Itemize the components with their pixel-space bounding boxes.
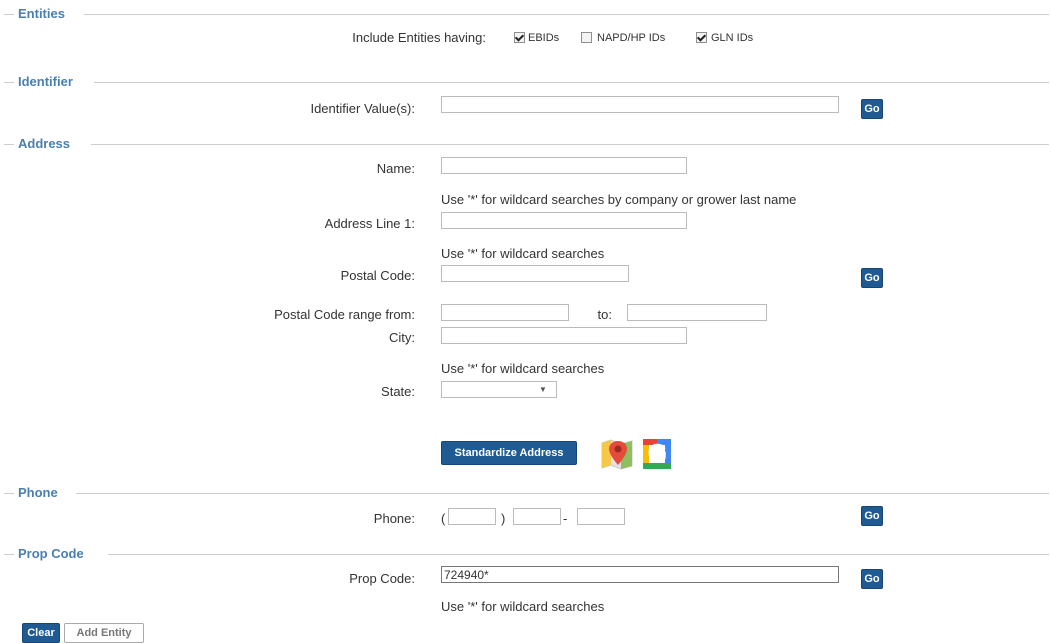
section-rule-address (91, 144, 1049, 145)
state-select[interactable]: ▼ (441, 381, 557, 398)
phone-dash: - (563, 511, 568, 526)
prop-code-go-button[interactable]: Go (861, 569, 883, 589)
napd-hp-ids-label: NAPD/HP IDs (597, 32, 666, 44)
map-pin-icon[interactable] (599, 437, 635, 471)
name-label: Name: (376, 161, 415, 176)
postal-code-range-from-input[interactable] (441, 304, 569, 321)
section-title-prop-code: Prop Code (18, 546, 84, 561)
phone-prefix-input[interactable] (513, 508, 561, 525)
name-hint: Use '*' for wildcard searches by company… (441, 192, 797, 207)
identifier-go-button[interactable]: Go (861, 99, 883, 119)
city-hint: Use '*' for wildcard searches (441, 361, 605, 376)
section-rule-left-entities (4, 14, 14, 15)
prop-code-label: Prop Code: (349, 571, 415, 586)
postal-code-range-to-input[interactable] (627, 304, 767, 321)
state-label: State: (381, 384, 415, 399)
phone-label: Phone: (373, 511, 415, 526)
clear-button[interactable]: Clear (22, 623, 60, 643)
phone-area-code-input[interactable] (448, 508, 496, 525)
section-title-phone: Phone (18, 485, 58, 500)
gln-ids-checkbox[interactable] (696, 32, 707, 43)
chevron-down-icon: ▼ (539, 385, 547, 394)
section-rule-entities (84, 14, 1049, 15)
ebids-label: EBIDs (528, 32, 560, 44)
ebids-checkbox[interactable] (514, 32, 525, 43)
postal-code-label: Postal Code: (340, 268, 415, 283)
identifier-value-label: Identifier Value(s): (310, 101, 415, 116)
section-rule-left-phone (4, 493, 14, 494)
name-input[interactable] (441, 157, 687, 174)
gln-ids-label: GLN IDs (711, 32, 754, 44)
section-rule-prop-code (108, 554, 1049, 555)
identifier-value-input[interactable] (441, 96, 839, 113)
section-rule-identifier (94, 82, 1049, 83)
prop-code-input[interactable] (441, 566, 839, 583)
section-rule-left-address (4, 144, 14, 145)
google-letter: G (648, 440, 668, 468)
phone-open-paren: ( (441, 511, 446, 526)
city-label: City: (389, 330, 415, 345)
section-title-entities: Entities (18, 6, 65, 21)
address-go-button[interactable]: Go (861, 268, 883, 288)
postal-code-range-label: Postal Code range from: (274, 307, 415, 322)
address-line-1-hint: Use '*' for wildcard searches (441, 246, 605, 261)
phone-close-paren: ) (501, 511, 506, 526)
section-rule-left-prop-code (4, 554, 14, 555)
phone-line-number-input[interactable] (577, 508, 625, 525)
postal-code-range-to-label: to: (597, 307, 612, 322)
section-title-identifier: Identifier (18, 74, 73, 89)
city-input[interactable] (441, 327, 687, 344)
google-icon[interactable]: G (639, 437, 675, 471)
add-entity-button[interactable]: Add Entity (64, 623, 144, 643)
postal-code-input[interactable] (441, 265, 629, 282)
section-title-address: Address (18, 136, 71, 151)
include-entities-label: Include Entities having: (352, 30, 486, 45)
section-rule-phone (76, 493, 1049, 494)
napd-hp-ids-checkbox[interactable] (581, 32, 592, 43)
address-line-1-input[interactable] (441, 212, 687, 229)
address-line-1-label: Address Line 1: (324, 216, 415, 231)
section-rule-left-identifier (4, 82, 14, 83)
prop-code-hint: Use '*' for wildcard searches (441, 599, 605, 614)
phone-go-button[interactable]: Go (861, 506, 883, 526)
standardize-address-button[interactable]: Standardize Address (441, 441, 577, 465)
